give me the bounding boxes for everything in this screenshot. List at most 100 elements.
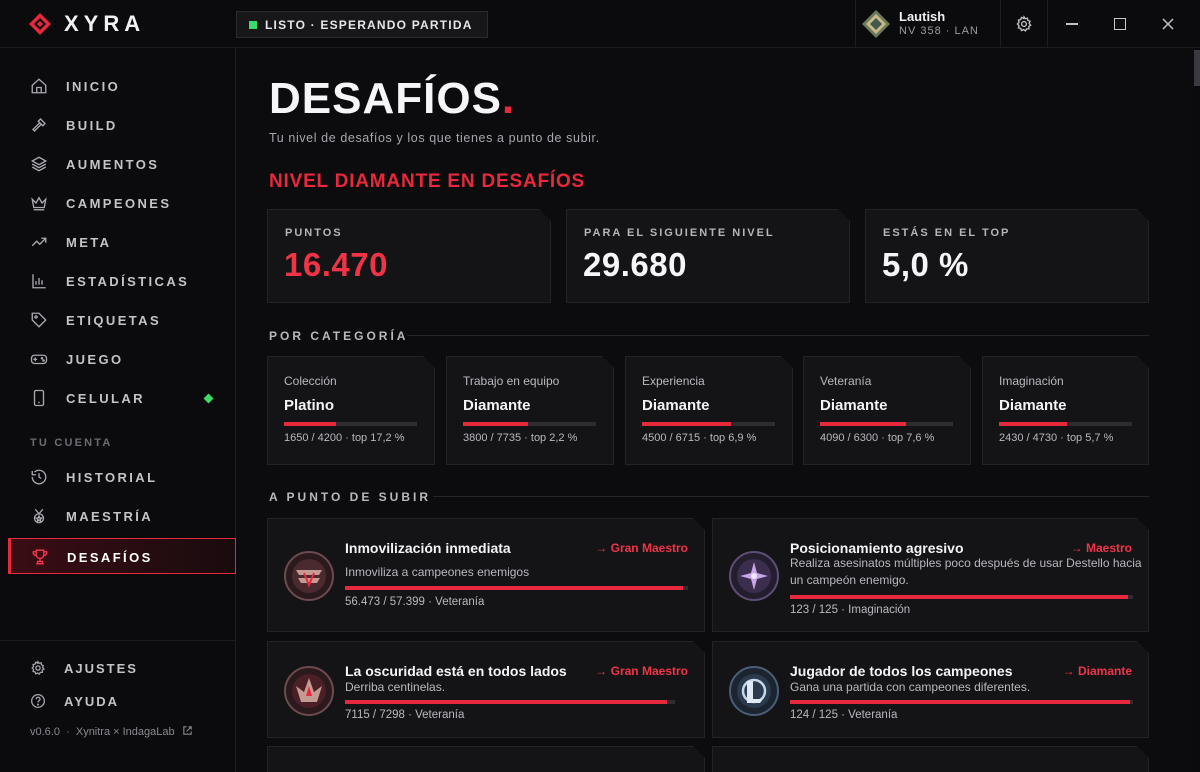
sidebar-item-label: DESAFÍOS: [67, 550, 153, 565]
page-title-text: DESAFÍOS: [269, 74, 502, 123]
progress-fill: [284, 422, 336, 426]
bar-chart-icon: [32, 274, 46, 289]
challenge-card[interactable]: Inmovilización inmediata → Gran Maestro …: [267, 518, 705, 632]
challenge-card[interactable]: Posicionamiento agresivo → Maestro Reali…: [712, 518, 1149, 632]
settings-button[interactable]: [1000, 0, 1048, 48]
medal-icon: [33, 508, 45, 524]
stat-card-next-level: PARA EL SIGUIENTE NIVEL 29.680: [566, 209, 850, 303]
category-progress-bar: [284, 422, 417, 426]
sidebar-item-campeones[interactable]: CAMPEONES: [8, 185, 236, 221]
sidebar-item-label: HISTORIAL: [66, 470, 158, 485]
page-subtitle: Tu nivel de desafíos y los que tienes a …: [269, 131, 600, 145]
sidebar-item-label: INICIO: [66, 79, 121, 94]
sidebar-item-build[interactable]: BUILD: [8, 107, 236, 143]
challenge-title: La oscuridad está en todos lados: [345, 663, 567, 679]
external-link-icon: [182, 726, 192, 735]
category-name: Veteranía: [820, 374, 872, 388]
stat-value: 5,0 %: [882, 246, 969, 283]
profile-name: Lautish: [899, 9, 946, 24]
sidebar-item-inicio[interactable]: INICIO: [8, 68, 236, 104]
stat-label: ESTÁS EN EL TOP: [883, 227, 1011, 239]
minimize-icon: [1066, 23, 1078, 25]
sidebar-item-label: META: [66, 235, 112, 250]
gear-icon: [1016, 15, 1032, 32]
sidebar-item-label: CELULAR: [66, 391, 145, 406]
profile-meta: NV 358 · LAN: [899, 25, 979, 37]
challenge-progress-text: 7115 / 7298 · Veteranía: [345, 709, 465, 721]
new-indicator-icon: [203, 393, 214, 404]
sidebar-item-etiquetas[interactable]: ETIQUETAS: [8, 302, 236, 338]
xyra-logo-icon: [29, 13, 51, 35]
close-button[interactable]: [1144, 0, 1192, 48]
scrollbar-thumb[interactable]: [1194, 50, 1200, 86]
sidebar-item-maestria[interactable]: MAESTRÍA: [8, 498, 236, 534]
sidebar-item-estadisticas[interactable]: ESTADÍSTICAS: [8, 263, 236, 299]
sidebar-item-celular[interactable]: CELULAR: [8, 380, 236, 416]
progress-fill: [790, 700, 1130, 704]
history-icon: [31, 469, 47, 485]
minimize-button[interactable]: [1048, 0, 1096, 48]
challenge-title: Posicionamiento agresivo: [790, 540, 964, 556]
category-card-veterania[interactable]: Veteranía Diamante 4090 / 6300 · top 7,6…: [803, 356, 971, 465]
scrollbar[interactable]: [1194, 48, 1200, 772]
phone-icon: [33, 389, 45, 407]
challenge-card[interactable]: Jugador de todos los campeones → Diamant…: [712, 641, 1149, 738]
app-brand: XYRA: [64, 11, 146, 36]
close-icon: [1162, 18, 1174, 30]
sidebar-item-label: MAESTRÍA: [66, 509, 154, 524]
category-name: Experiencia: [642, 374, 705, 388]
challenge-progress-bar: [790, 595, 1133, 599]
profile-card[interactable]: Lautish NV 358 · LAN: [855, 0, 1000, 48]
progress-fill: [345, 586, 683, 590]
category-progress-text: 4090 / 6300 · top 7,6 %: [820, 432, 935, 444]
home-icon: [31, 78, 47, 94]
challenge-card-partial[interactable]: [267, 746, 705, 772]
gear-icon: [31, 660, 45, 676]
maximize-button[interactable]: [1096, 0, 1144, 48]
challenge-progress-text: 123 / 125 · Imaginación: [790, 604, 911, 616]
categories-heading: POR CATEGORÍA: [269, 329, 409, 343]
page-title: DESAFÍOS.: [269, 74, 515, 124]
challenge-progress-bar: [345, 700, 675, 704]
challenge-target-tier: → Gran Maestro: [595, 664, 688, 678]
maximize-icon: [1114, 18, 1126, 30]
challenge-target-tier: → Gran Maestro: [595, 541, 688, 555]
category-progress-text: 4500 / 6715 · top 6,9 %: [642, 432, 757, 444]
challenge-description: Derriba centinelas.: [345, 680, 446, 694]
category-tier: Diamante: [820, 397, 888, 414]
gamepad-icon: [30, 354, 48, 365]
version-info[interactable]: v0.6.0 · Xynitra × IndagaLab: [30, 725, 193, 738]
category-card-trabajo-en-equipo[interactable]: Trabajo en equipo Diamante 3800 / 7735 ·…: [446, 356, 614, 465]
sidebar: INICIO BUILD AUMENTOS CAMPEONES META EST…: [0, 48, 236, 772]
sidebar-item-label: BUILD: [66, 118, 118, 133]
progress-fill: [820, 422, 906, 426]
sidebar-item-label: AUMENTOS: [66, 157, 160, 172]
challenge-target-tier: → Diamante: [1062, 664, 1132, 678]
status-badge: LISTO · ESPERANDO PARTIDA: [236, 11, 488, 38]
main-content[interactable]: DESAFÍOS. Tu nivel de desafíos y los que…: [237, 48, 1200, 772]
sidebar-item-label: CAMPEONES: [66, 196, 172, 211]
category-progress-text: 3800 / 7735 · top 2,2 %: [463, 432, 578, 444]
category-tier: Diamante: [463, 397, 531, 414]
sidebar-item-desafios[interactable]: DESAFÍOS: [8, 538, 236, 574]
version-text: v0.6.0 · Xynitra × IndagaLab: [30, 726, 175, 738]
crown-icon: [31, 196, 47, 211]
category-progress-bar: [463, 422, 596, 426]
sidebar-item-meta[interactable]: META: [8, 224, 236, 260]
settings-label: AJUSTES: [64, 661, 138, 676]
category-card-experiencia[interactable]: Experiencia Diamante 4500 / 6715 · top 6…: [625, 356, 793, 465]
challenge-description: Realiza asesinatos múltiples poco despué…: [790, 556, 1142, 587]
category-card-coleccion[interactable]: Colección Platino 1650 / 4200 · top 17,2…: [267, 356, 435, 465]
challenge-lol-icon: [729, 666, 779, 716]
sidebar-divider: [0, 640, 236, 641]
challenge-card[interactable]: La oscuridad está en todos lados → Gran …: [267, 641, 705, 738]
divider: [407, 335, 1149, 336]
stat-value: 29.680: [583, 246, 687, 283]
page-title-dot: .: [501, 74, 516, 123]
sidebar-item-historial[interactable]: HISTORIAL: [8, 459, 236, 495]
challenge-card-partial[interactable]: [712, 746, 1149, 772]
challenge-progress-text: 56.473 / 57.399 · Veteranía: [345, 596, 485, 608]
category-card-imaginacion[interactable]: Imaginación Diamante 2430 / 4730 · top 5…: [982, 356, 1149, 465]
sidebar-item-aumentos[interactable]: AUMENTOS: [8, 146, 236, 182]
sidebar-item-juego[interactable]: JUEGO: [8, 341, 236, 377]
